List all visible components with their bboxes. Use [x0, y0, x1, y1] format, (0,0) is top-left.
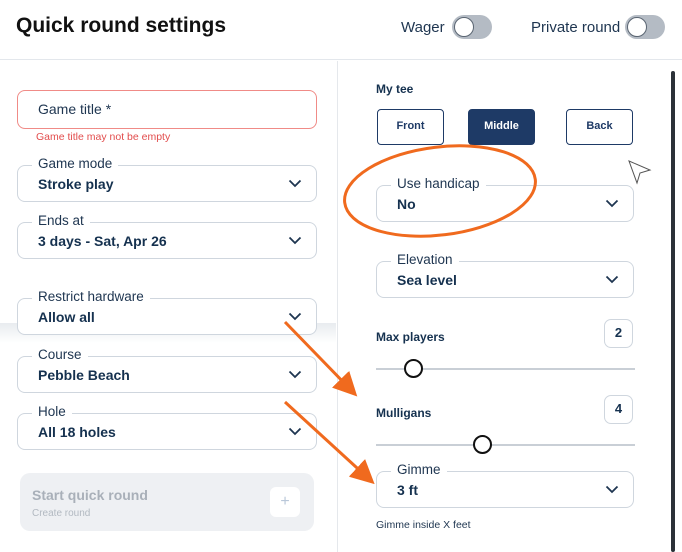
restrict-hardware-select[interactable]: Restrict hardware Allow all	[17, 289, 317, 335]
chevron-down-icon	[288, 427, 302, 436]
ends-at-value: 3 days - Sat, Apr 26	[38, 233, 167, 249]
restrict-hardware-value: Allow all	[38, 309, 95, 325]
header: Quick round settings Wager Private round	[0, 0, 682, 60]
chevron-down-icon	[288, 236, 302, 245]
mulligans-slider-track[interactable]	[376, 444, 635, 446]
use-handicap-value: No	[397, 196, 416, 212]
game-title-input[interactable]: Game title *	[17, 90, 317, 129]
start-quick-round-button[interactable]: Start quick round Create round +	[20, 473, 314, 531]
tee-back-button[interactable]: Back	[566, 109, 633, 145]
gimme-hint: Gimme inside X feet	[376, 519, 471, 531]
use-handicap-label: Use handicap	[391, 176, 486, 191]
elevation-select[interactable]: Elevation Sea level	[376, 252, 634, 298]
max-players-slider-thumb[interactable]	[404, 359, 423, 378]
mulligans-label: Mulligans	[376, 406, 432, 420]
game-title-error: Game title may not be empty	[36, 131, 171, 143]
chevron-down-icon	[288, 179, 302, 188]
start-quick-round-sublabel: Create round	[32, 508, 91, 519]
elevation-label: Elevation	[391, 252, 459, 267]
use-handicap-select[interactable]: Use handicap No	[376, 176, 634, 222]
gimme-select[interactable]: Gimme 3 ft	[376, 462, 634, 508]
page-title: Quick round settings	[16, 14, 227, 37]
restrict-hardware-label: Restrict hardware	[32, 289, 150, 304]
hole-select[interactable]: Hole All 18 holes	[17, 404, 317, 450]
elevation-value: Sea level	[397, 272, 457, 288]
start-quick-round-label: Start quick round	[32, 487, 148, 503]
game-title-placeholder: Game title *	[38, 101, 112, 117]
course-select[interactable]: Course Pebble Beach	[17, 347, 317, 393]
game-mode-label: Game mode	[32, 156, 119, 171]
ends-at-select[interactable]: Ends at 3 days - Sat, Apr 26	[17, 213, 317, 259]
chevron-down-icon	[288, 312, 302, 321]
tee-middle-button[interactable]: Middle	[468, 109, 535, 145]
hole-value: All 18 holes	[38, 424, 116, 440]
wager-toggle[interactable]	[452, 15, 492, 39]
mulligans-slider-thumb[interactable]	[473, 435, 492, 454]
private-round-toggle[interactable]	[625, 15, 665, 39]
course-value: Pebble Beach	[38, 367, 130, 383]
mulligans-value: 4	[604, 395, 633, 424]
scrollbar[interactable]	[671, 71, 675, 552]
chevron-down-icon	[605, 199, 619, 208]
plus-icon: +	[270, 487, 300, 517]
game-mode-value: Stroke play	[38, 176, 114, 192]
game-mode-select[interactable]: Game mode Stroke play	[17, 156, 317, 202]
my-tee-label: My tee	[376, 82, 414, 96]
gimme-label: Gimme	[391, 462, 447, 477]
wager-label: Wager	[401, 19, 445, 36]
gimme-value: 3 ft	[397, 482, 418, 498]
max-players-value: 2	[604, 319, 633, 348]
tee-front-button[interactable]: Front	[377, 109, 444, 145]
chevron-down-icon	[288, 370, 302, 379]
chevron-down-icon	[605, 485, 619, 494]
ends-at-label: Ends at	[32, 213, 90, 228]
toggle-knob	[627, 17, 647, 37]
chevron-down-icon	[605, 275, 619, 284]
private-round-label: Private round	[531, 19, 621, 36]
hole-label: Hole	[32, 404, 72, 419]
course-label: Course	[32, 347, 88, 362]
max-players-label: Max players	[376, 330, 445, 344]
toggle-knob	[454, 17, 474, 37]
